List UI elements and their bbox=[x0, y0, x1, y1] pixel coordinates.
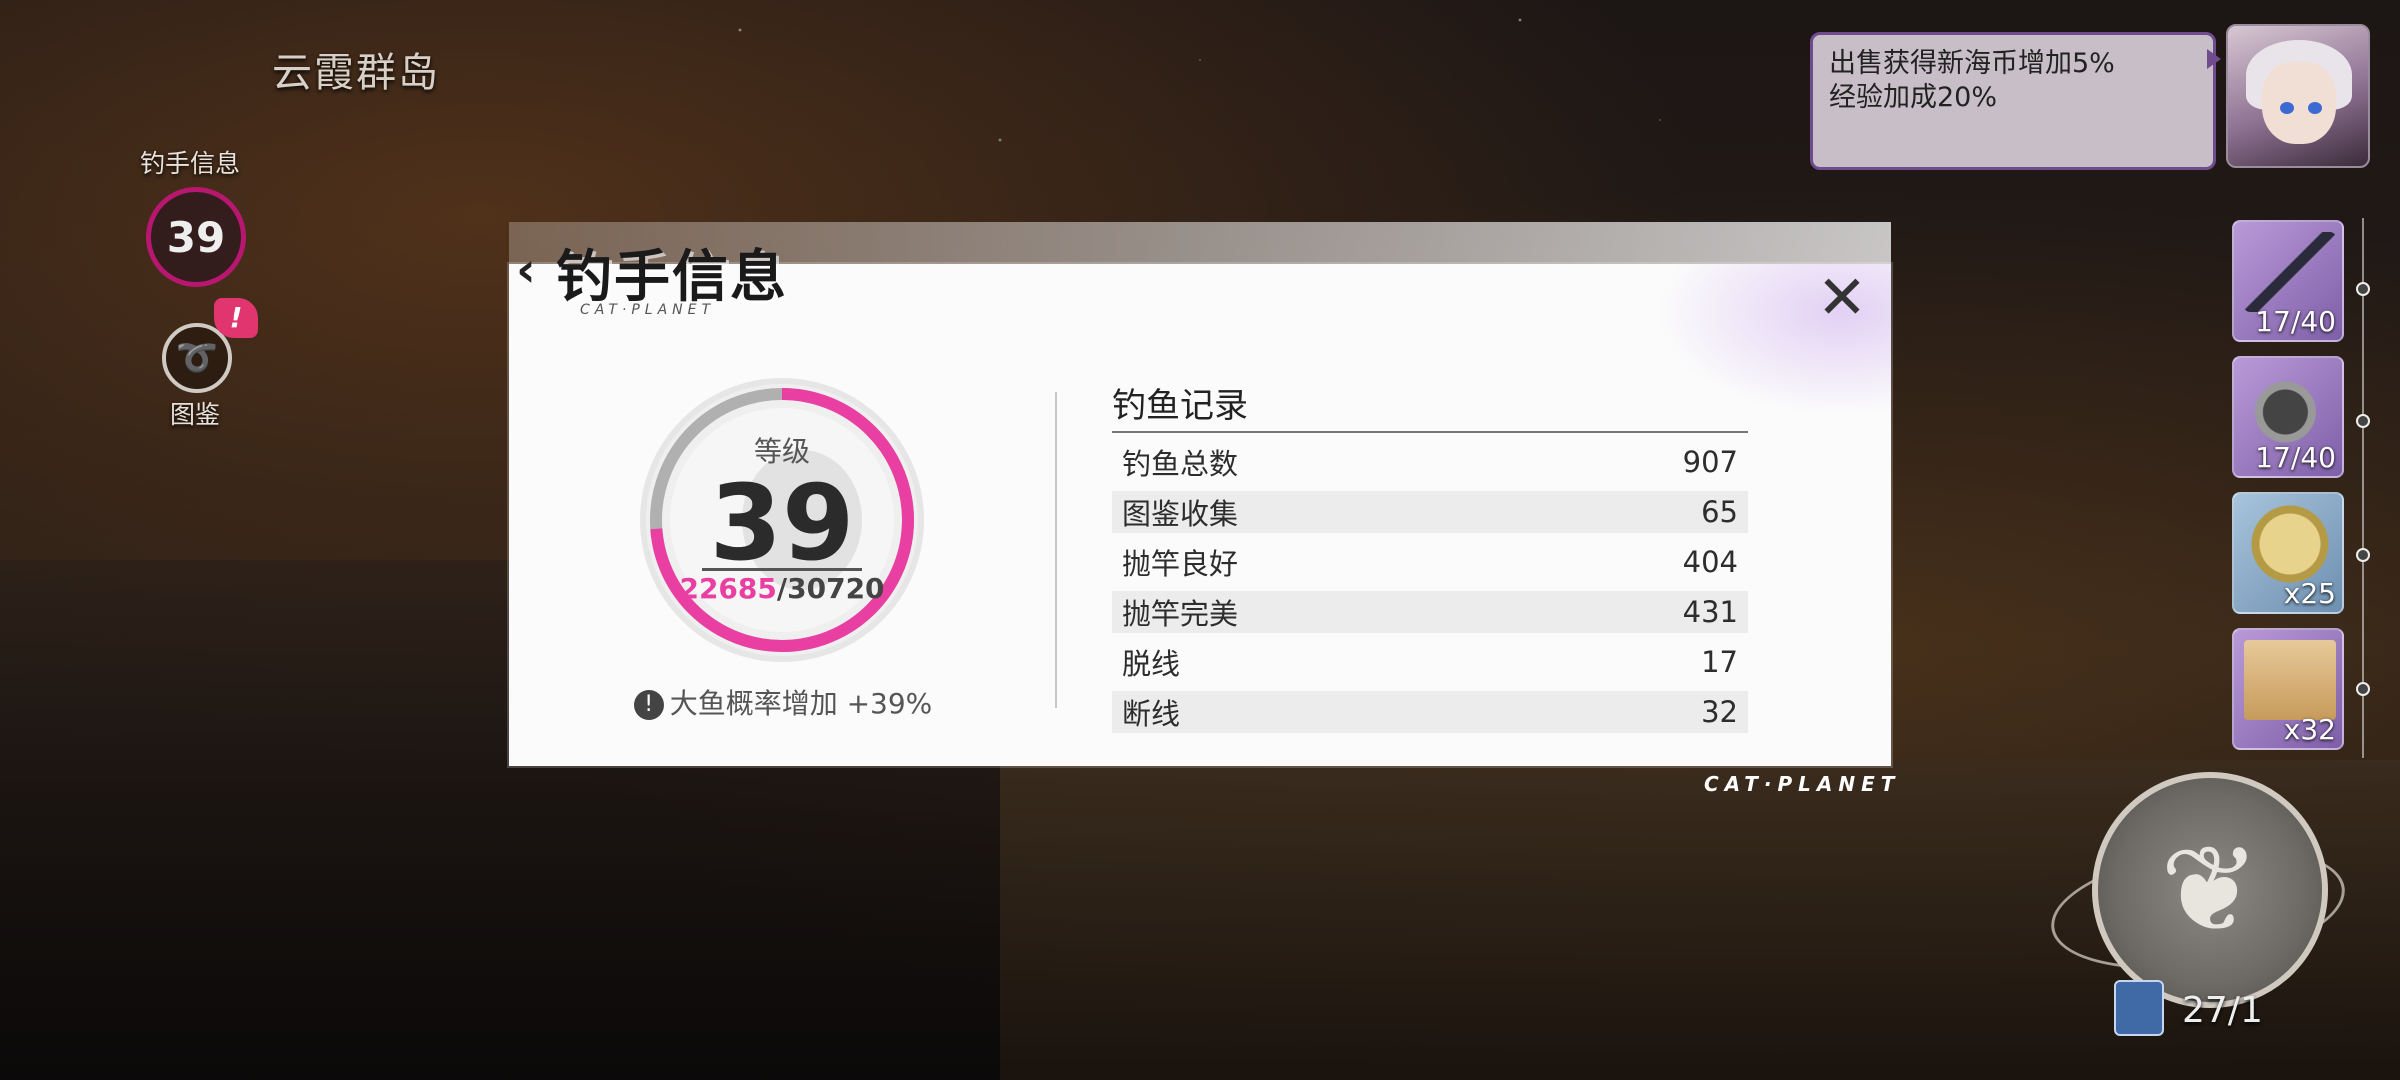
bait-bag-icon bbox=[2244, 640, 2336, 720]
inventory-count: x25 bbox=[2283, 577, 2336, 610]
big-fish-bonus: ! 大鱼概率增加 +39% bbox=[633, 682, 933, 722]
modal-title: 钓手信息 bbox=[556, 245, 788, 310]
alert-badge: ! bbox=[214, 298, 258, 338]
inventory-slot-reel[interactable]: 17/40 bbox=[2232, 356, 2344, 478]
inventory-count: 17/40 bbox=[2255, 305, 2336, 338]
record-value: 404 bbox=[1682, 545, 1738, 579]
bait-icon[interactable] bbox=[2114, 980, 2164, 1036]
record-row: 断线 32 bbox=[1112, 691, 1748, 733]
record-value: 431 bbox=[1682, 595, 1738, 629]
inventory-count: x32 bbox=[2283, 713, 2336, 746]
record-value: 17 bbox=[1701, 645, 1738, 679]
exp-current: 22685 bbox=[679, 572, 777, 605]
record-label: 图鉴收集 bbox=[1122, 497, 1239, 531]
back-chevron-icon[interactable]: ‹ bbox=[516, 242, 536, 298]
level-ring: 等级 39 22685/30720 bbox=[632, 370, 932, 670]
record-row: 抛竿完美 431 bbox=[1112, 591, 1748, 633]
record-row: 图鉴收集 65 bbox=[1112, 491, 1748, 533]
brand-watermark: CAT·PLANET bbox=[1704, 772, 1901, 796]
modal-subtitle: CAT·PLANET bbox=[580, 302, 716, 318]
character-avatar[interactable] bbox=[2226, 24, 2370, 168]
level-value: 39 bbox=[709, 462, 855, 584]
night-sky bbox=[700, 0, 1800, 230]
record-label: 脱线 bbox=[1122, 647, 1181, 681]
record-row: 抛竿良好 404 bbox=[1112, 541, 1748, 583]
bait-count: 27/1 bbox=[2182, 990, 2263, 1031]
records-title: 钓鱼记录 bbox=[1112, 378, 1748, 433]
inventory-slot-coin[interactable]: x25 bbox=[2232, 492, 2344, 614]
close-icon[interactable]: ✕ bbox=[1812, 268, 1872, 328]
info-icon: ! bbox=[633, 690, 664, 720]
record-value: 65 bbox=[1701, 495, 1738, 529]
angler-info-label[interactable]: 钓手信息 bbox=[140, 144, 240, 180]
fish-icon: ❦ bbox=[2159, 820, 2261, 960]
cast-fish-button[interactable]: ❦ bbox=[2092, 772, 2328, 1008]
inventory-track bbox=[2356, 218, 2370, 758]
record-value: 907 bbox=[1682, 445, 1738, 479]
bonus-text: 大鱼概率增加 +39% bbox=[669, 687, 933, 720]
fishing-rod-icon bbox=[2244, 232, 2336, 312]
inventory-slot-bait[interactable]: x32 bbox=[2232, 628, 2344, 750]
buff-line-1: 出售获得新海币增加5% bbox=[1829, 48, 2115, 79]
record-label: 抛竿良好 bbox=[1122, 547, 1239, 581]
record-row: 钓鱼总数 907 bbox=[1112, 441, 1748, 483]
inventory-count: 17/40 bbox=[2255, 441, 2336, 474]
fishing-reel-icon bbox=[2244, 368, 2336, 448]
record-value: 32 bbox=[1701, 695, 1738, 729]
experience-text: 22685/30720 bbox=[632, 572, 932, 605]
inventory-slot-rod[interactable]: 17/40 bbox=[2232, 220, 2344, 342]
buff-panel: 出售获得新海币增加5% 经验加成20% bbox=[1810, 32, 2221, 170]
fish-coin-icon bbox=[2244, 504, 2336, 584]
exp-total: /30720 bbox=[776, 572, 885, 605]
modal-divider bbox=[1055, 392, 1057, 708]
fish-icon: ➰ bbox=[175, 338, 219, 378]
buff-line-2: 经验加成20% bbox=[1829, 82, 1998, 113]
record-label: 钓鱼总数 bbox=[1122, 447, 1239, 481]
location-name: 云霞群岛 bbox=[272, 50, 440, 96]
level-divider bbox=[702, 568, 862, 571]
angler-level-value: 39 bbox=[166, 212, 226, 262]
fishing-records: 钓鱼记录 钓鱼总数 907 图鉴收集 65 抛竿良好 404 抛竿完美 431 … bbox=[1112, 378, 1748, 733]
atlas-label[interactable]: 图鉴 bbox=[170, 395, 220, 431]
record-label: 抛竿完美 bbox=[1122, 597, 1239, 631]
record-label: 断线 bbox=[1122, 697, 1181, 731]
record-row: 脱线 17 bbox=[1112, 641, 1748, 683]
angler-level-button[interactable]: 39 bbox=[146, 187, 246, 287]
